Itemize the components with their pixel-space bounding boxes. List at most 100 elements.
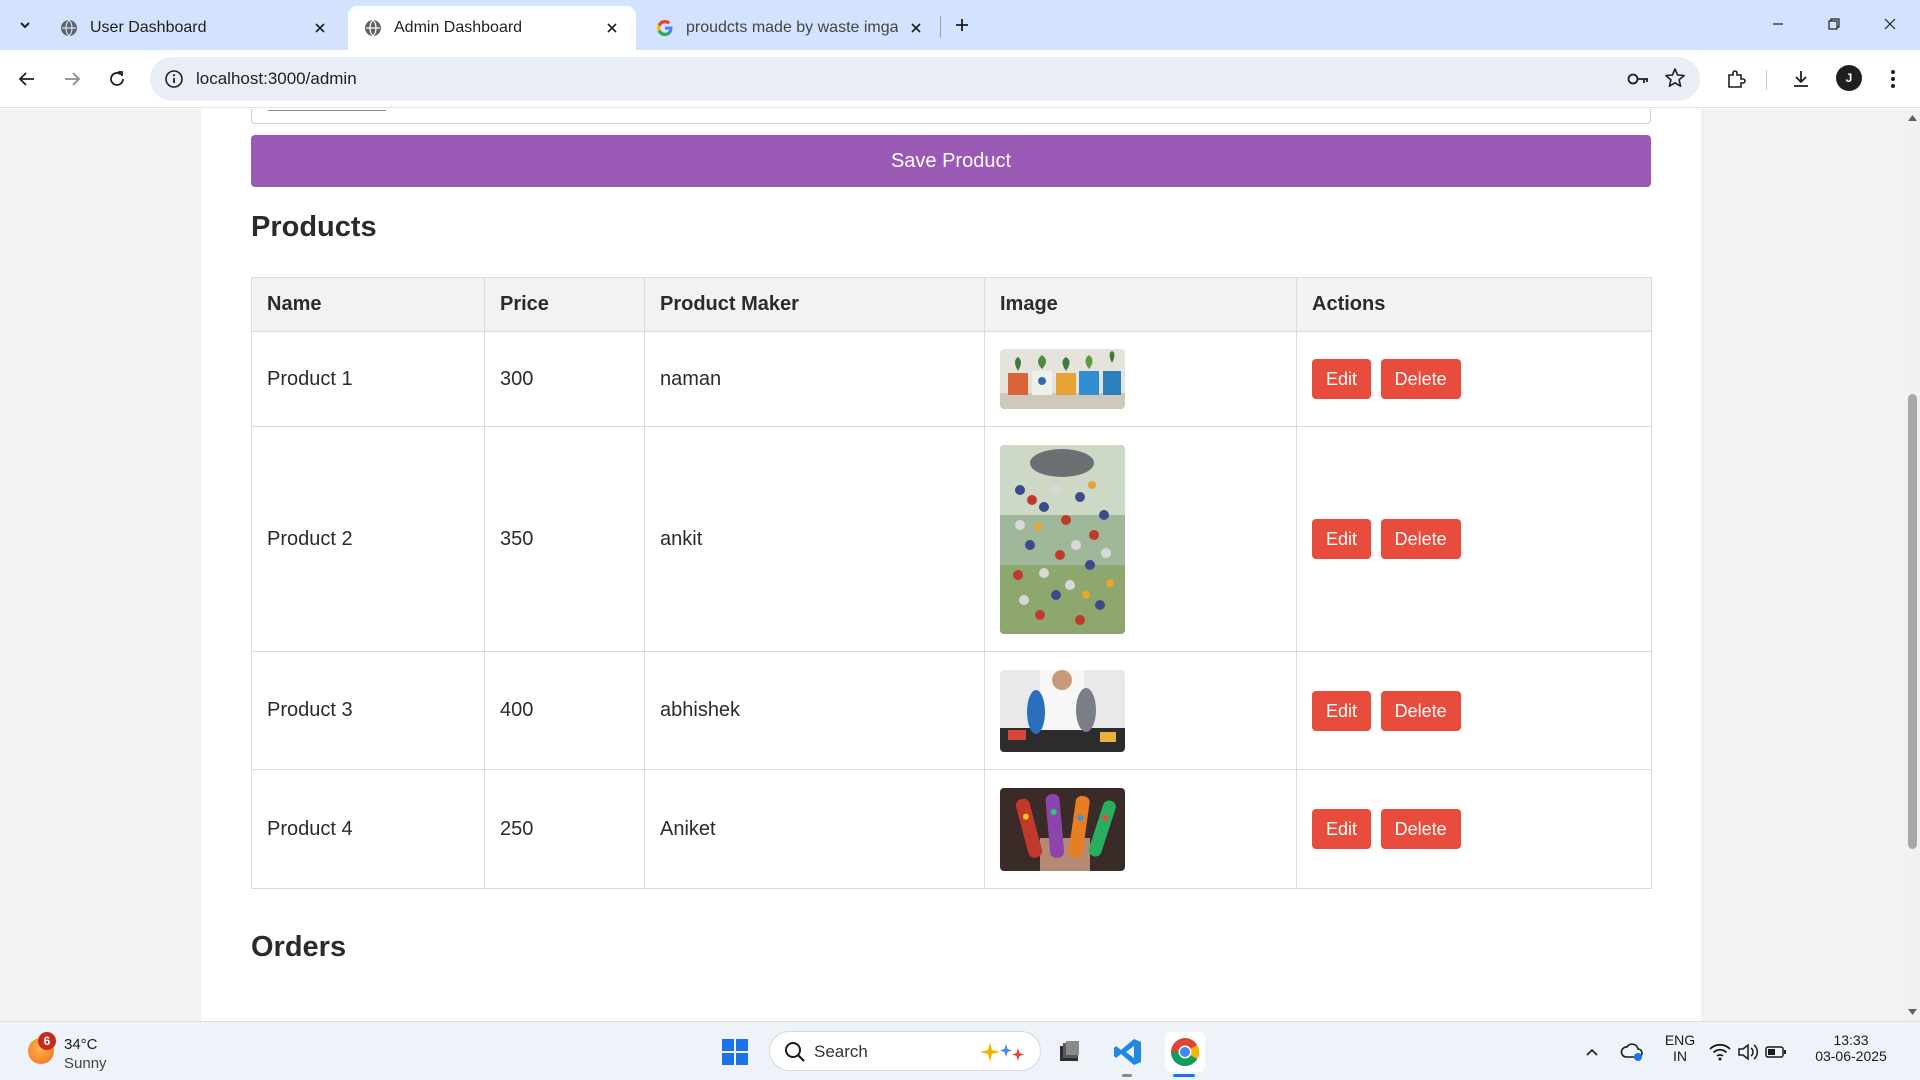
browser-tab-strip: User Dashboard Admin Dashboard proudcts … <box>0 0 1920 50</box>
close-tab-icon[interactable] <box>602 18 622 38</box>
scrollbar-thumb[interactable] <box>1908 394 1917 849</box>
extensions-button[interactable] <box>1719 62 1753 96</box>
product-actions-cell: Edit Delete <box>1296 331 1652 427</box>
windows-taskbar: 6 34°C Sunny Search ENG IN 13:33 03-06-2… <box>0 1021 1920 1080</box>
restore-icon <box>1828 18 1840 30</box>
tab-google-search[interactable]: proudcts made by waste imgae <box>640 6 940 50</box>
clock-date: 03-06-2025 <box>1815 1048 1887 1064</box>
globe-icon <box>61 19 77 37</box>
onedrive-status-button[interactable] <box>1614 1034 1650 1070</box>
product-image-cell <box>984 651 1297 770</box>
close-icon <box>1884 18 1896 30</box>
edit-product-button[interactable]: Edit <box>1312 809 1372 849</box>
language-indicator[interactable]: ENG IN <box>1662 1032 1698 1064</box>
url-text[interactable]: localhost:3000/admin <box>196 69 357 89</box>
save-product-button[interactable]: Save Product <box>251 135 1651 187</box>
reload-button[interactable] <box>100 62 134 96</box>
product-actions-cell: Edit Delete <box>1296 426 1652 652</box>
site-info-icon[interactable] <box>164 69 184 89</box>
delete-product-button[interactable]: Delete <box>1380 690 1461 731</box>
taskbar-chrome[interactable] <box>1165 1032 1205 1072</box>
taskbar-vscode[interactable] <box>1110 1034 1146 1070</box>
bottle-cap-wind-chime-image <box>1000 444 1125 634</box>
delete-product-button[interactable]: Delete <box>1380 809 1461 849</box>
table-row: Product 2 350 ankit Edit Delete <box>251 426 1652 652</box>
table-row: Product 1 300 naman Edit Delete <box>251 331 1652 427</box>
running-indicator <box>1122 1074 1132 1077</box>
minimize-button[interactable] <box>1750 0 1806 48</box>
tab-user-dashboard[interactable]: User Dashboard <box>44 6 344 50</box>
weather-widget[interactable]: 6 34°C Sunny <box>26 1032 146 1072</box>
language-code: ENG <box>1664 1032 1696 1048</box>
taskbar-file-manager[interactable] <box>1051 1034 1087 1070</box>
edit-product-button[interactable]: Edit <box>1312 519 1372 559</box>
product-image-cell <box>984 426 1297 652</box>
product-image-cell <box>984 769 1297 889</box>
download-icon <box>1794 71 1808 87</box>
forward-button[interactable] <box>55 62 89 96</box>
weather-condition: Sunny <box>64 1055 107 1072</box>
product-name-cell: Product 1 <box>251 331 485 427</box>
search-icon <box>785 1042 805 1062</box>
copilot-sparkle-icon <box>980 1042 1024 1062</box>
region-code: IN <box>1673 1048 1687 1064</box>
password-key-icon[interactable] <box>1626 68 1650 90</box>
clock[interactable]: 13:33 03-06-2025 <box>1808 1032 1894 1064</box>
chevron-down-icon <box>20 22 30 29</box>
scroll-up-arrow-icon[interactable] <box>1907 113 1918 123</box>
clock-time: 13:33 <box>1833 1032 1869 1048</box>
column-header-image: Image <box>984 277 1297 332</box>
globe-icon <box>365 19 381 37</box>
field-underline <box>268 110 386 111</box>
close-tab-icon[interactable] <box>906 18 926 38</box>
product-maker-cell: ankit <box>644 426 985 652</box>
address-bar[interactable]: localhost:3000/admin <box>150 57 1700 101</box>
column-header-maker: Product Maker <box>644 277 985 332</box>
table-row: Product 3 400 abhishek Edit Delete <box>251 651 1652 770</box>
edit-product-button[interactable]: Edit <box>1312 690 1372 731</box>
show-hidden-icons-button[interactable] <box>1574 1034 1610 1070</box>
table-row: Product 4 250 Aniket Edit Delete <box>251 769 1652 889</box>
painted-bottles-image <box>1000 787 1125 871</box>
tab-search-button[interactable] <box>10 11 40 39</box>
profile-avatar[interactable]: J <box>1836 65 1862 91</box>
column-header-name: Name <box>251 277 485 332</box>
close-window-button[interactable] <box>1862 0 1918 48</box>
edit-product-button[interactable]: Edit <box>1312 359 1372 399</box>
browser-menu-button[interactable] <box>1876 62 1910 96</box>
page-viewport: Save Product Products Name Price Product… <box>0 109 1905 1021</box>
wifi-icon <box>1709 1043 1731 1061</box>
toolbar-divider <box>1766 70 1767 90</box>
product-maker-cell: abhishek <box>644 651 985 770</box>
start-button[interactable] <box>717 1034 753 1070</box>
battery-icon <box>1765 1046 1786 1058</box>
reload-icon <box>110 71 124 86</box>
back-button[interactable] <box>10 62 44 96</box>
close-tab-icon[interactable] <box>310 18 330 38</box>
products-heading: Products <box>251 211 377 243</box>
potted-succulents-image <box>1000 349 1125 409</box>
product-actions-cell: Edit Delete <box>1296 769 1652 889</box>
orders-heading: Orders <box>251 931 347 963</box>
product-form-field[interactable] <box>251 109 1651 124</box>
delete-product-button[interactable]: Delete <box>1380 519 1461 559</box>
plus-icon <box>956 19 968 31</box>
downloads-button[interactable] <box>1784 62 1818 96</box>
product-name-cell: Product 3 <box>251 651 485 770</box>
restore-button[interactable] <box>1806 0 1862 48</box>
delete-product-button[interactable]: Delete <box>1380 359 1461 399</box>
scroll-down-arrow-icon[interactable] <box>1907 1007 1918 1017</box>
product-price-cell: 350 <box>484 426 645 652</box>
vscode-icon <box>1114 1039 1141 1065</box>
taskbar-search[interactable]: Search <box>769 1031 1041 1071</box>
chrome-icon <box>1171 1038 1199 1066</box>
product-maker-cell: Aniket <box>644 769 985 889</box>
quick-settings-button[interactable] <box>1708 1034 1788 1070</box>
tab-admin-dashboard[interactable]: Admin Dashboard <box>348 6 636 50</box>
page-scrollbar[interactable] <box>1905 109 1920 1021</box>
more-vertical-icon <box>1891 70 1895 88</box>
column-header-actions: Actions <box>1296 277 1652 332</box>
tab-title: proudcts made by waste imgae <box>686 19 898 36</box>
bookmark-star-icon[interactable] <box>1664 67 1686 89</box>
new-tab-button[interactable] <box>947 11 977 39</box>
